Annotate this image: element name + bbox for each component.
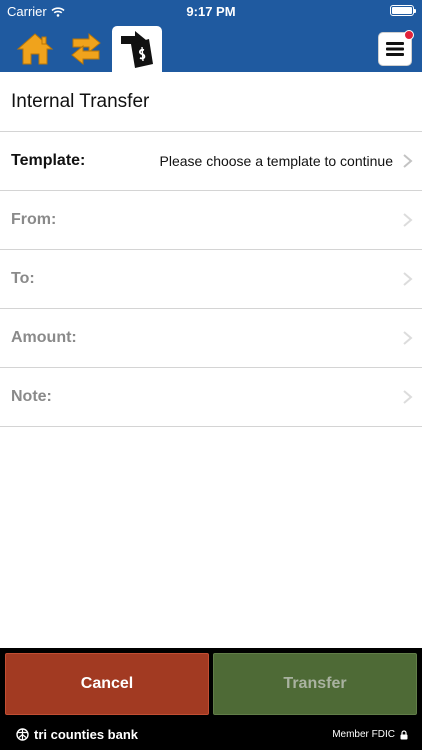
transfer-button[interactable]: Transfer: [213, 653, 417, 715]
cancel-button[interactable]: Cancel: [5, 653, 209, 715]
chevron-right-icon: [403, 331, 413, 345]
member-fdic-label: Member FDIC: [332, 729, 395, 740]
bank-logo-icon: [16, 728, 29, 741]
note-row[interactable]: Note:: [0, 368, 422, 427]
footer: tri counties bank Member FDIC: [0, 720, 422, 750]
money-transfer-icon: [121, 31, 153, 68]
template-row[interactable]: Template: Please choose a template to co…: [0, 132, 422, 191]
member-fdic: Member FDIC: [332, 729, 408, 740]
nav-transfers-button[interactable]: [64, 26, 108, 72]
nav-home-button[interactable]: [12, 26, 58, 72]
status-bar: Carrier 9:17 PM: [0, 0, 422, 22]
transfer-arrows-icon: [71, 32, 101, 66]
notification-badge: [404, 30, 414, 40]
amount-label: Amount:: [11, 329, 77, 346]
top-nav: [0, 22, 422, 72]
battery-icon: [390, 5, 416, 16]
from-row[interactable]: From:: [0, 191, 422, 250]
chevron-right-icon: [403, 390, 413, 404]
page-title: Internal Transfer: [0, 72, 422, 132]
template-label: Template:: [11, 152, 86, 169]
bank-brand: tri counties bank: [16, 727, 138, 742]
house-icon: [16, 33, 54, 65]
lock-icon: [400, 729, 408, 739]
template-value: Please choose a template to continue: [159, 153, 394, 169]
to-label: To:: [11, 270, 35, 287]
chevron-right-icon: [403, 154, 413, 168]
nav-internal-transfer-tab[interactable]: [112, 26, 162, 72]
app-root: Carrier 9:17 PM Internal Transfer Templa…: [0, 0, 422, 750]
bank-name: tri counties bank: [34, 727, 139, 742]
hamburger-icon: [386, 42, 404, 56]
action-bar: Cancel Transfer: [0, 648, 422, 720]
note-label: Note:: [11, 388, 52, 405]
chevron-right-icon: [403, 213, 413, 227]
amount-row[interactable]: Amount:: [0, 309, 422, 368]
status-time: 9:17 PM: [186, 4, 236, 19]
chevron-right-icon: [403, 272, 413, 286]
from-label: From:: [11, 211, 57, 228]
menu-button[interactable]: [378, 30, 414, 66]
to-row[interactable]: To:: [0, 250, 422, 309]
